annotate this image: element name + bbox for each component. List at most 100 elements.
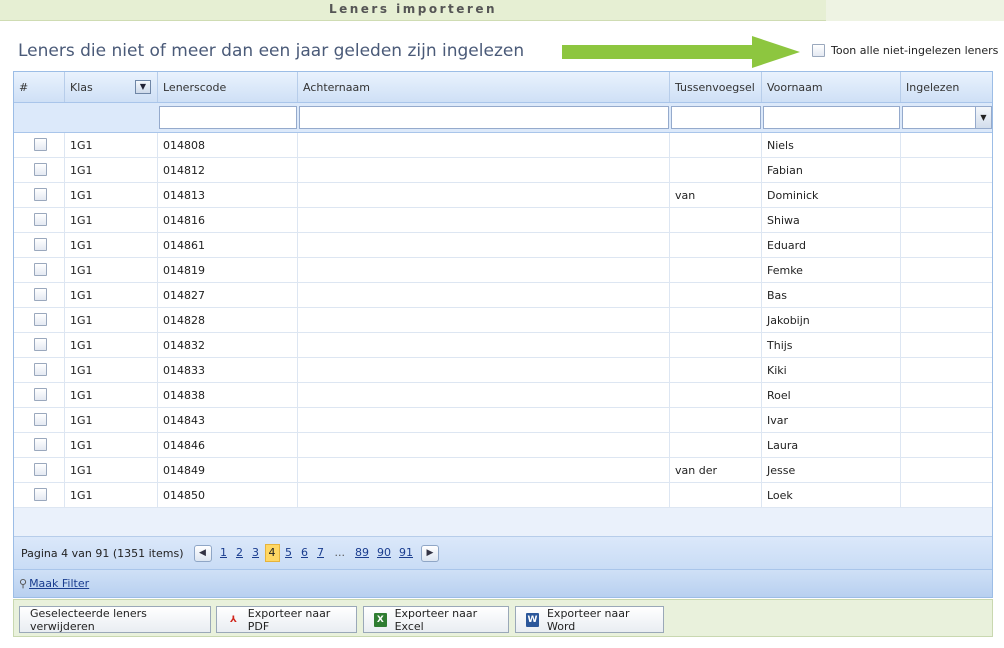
achternaam-cell (298, 208, 670, 232)
export-word-label: Exporteer naar Word (546, 606, 630, 633)
row-checkbox[interactable] (34, 213, 47, 226)
row-checkbox[interactable] (34, 263, 47, 276)
export-pdf-button[interactable]: ⅄ Exporteer naar PDF (216, 606, 357, 633)
export-pdf-label: Exporteer naar PDF (247, 606, 331, 633)
table-row[interactable]: 1G1 014832 Thijs (14, 333, 992, 358)
table-row[interactable]: 1G1 014813 van Dominick (14, 183, 992, 208)
klas-cell: 1G1 (65, 133, 158, 157)
chevron-down-icon[interactable]: ▼ (975, 107, 991, 128)
chevron-right-icon[interactable]: ▶ (421, 544, 439, 562)
maak-filter-link[interactable]: Maak Filter (29, 577, 89, 590)
row-checkbox[interactable] (34, 438, 47, 451)
row-select-cell[interactable] (14, 258, 65, 282)
tussenvoegsel-cell (670, 283, 762, 307)
lenerscode-cell: 014846 (158, 433, 298, 457)
ingelezen-cell (901, 358, 993, 382)
table-row[interactable]: 1G1 014846 Laura (14, 433, 992, 458)
row-select-cell[interactable] (14, 458, 65, 482)
row-checkbox[interactable] (34, 238, 47, 251)
klas-cell: 1G1 (65, 483, 158, 507)
page-link[interactable]: 3 (249, 546, 263, 559)
table-row[interactable]: 1G1 014812 Fabian (14, 158, 992, 183)
col-header-klas[interactable]: Klas ▼ (65, 72, 158, 102)
filter-voornaam-input[interactable] (763, 106, 900, 129)
row-checkbox[interactable] (34, 288, 47, 301)
col-header-lenerscode[interactable]: Lenerscode (158, 72, 298, 102)
row-checkbox[interactable] (34, 163, 47, 176)
row-select-cell[interactable] (14, 333, 65, 357)
page-link[interactable]: 1 (217, 546, 231, 559)
col-header-klas-label: Klas (70, 81, 93, 94)
row-select-cell[interactable] (14, 233, 65, 257)
table-row[interactable]: 1G1 014849 van der Jesse (14, 458, 992, 483)
table-row[interactable]: 1G1 014833 Kiki (14, 358, 992, 383)
row-checkbox[interactable] (34, 488, 47, 501)
row-checkbox[interactable] (34, 388, 47, 401)
row-checkbox[interactable] (34, 413, 47, 426)
window-title-bar: Leners importeren (0, 0, 1004, 21)
table-row[interactable]: 1G1 014828 Jakobijn (14, 308, 992, 333)
table-row[interactable]: 1G1 014850 Loek (14, 483, 992, 508)
toon-alle-toggle[interactable]: Toon alle niet-ingelezen leners (812, 44, 998, 57)
klas-cell: 1G1 (65, 283, 158, 307)
delete-selected-button[interactable]: Geselecteerde leners verwijderen (19, 606, 211, 633)
row-select-cell[interactable] (14, 383, 65, 407)
voornaam-cell: Shiwa (762, 208, 901, 232)
klas-cell: 1G1 (65, 408, 158, 432)
voornaam-cell: Kiki (762, 358, 901, 382)
toon-alle-checkbox[interactable] (812, 44, 825, 57)
page-link[interactable]: 2 (233, 546, 247, 559)
pager: Pagina 4 van 91 (1351 items) ◀ 1 2 3 4 5 6 7..… (14, 537, 992, 570)
page-link[interactable]: 7 (314, 546, 328, 559)
table-row[interactable]: 1G1 014827 Bas (14, 283, 992, 308)
row-checkbox[interactable] (34, 463, 47, 476)
row-select-cell[interactable] (14, 358, 65, 382)
ingelezen-cell (901, 233, 993, 257)
filter-lenerscode-input[interactable] (159, 106, 297, 129)
row-checkbox[interactable] (34, 188, 47, 201)
achternaam-cell (298, 358, 670, 382)
row-checkbox[interactable] (34, 363, 47, 376)
row-select-cell[interactable] (14, 283, 65, 307)
col-header-tussenvoegsel[interactable]: Tussenvoegsel (670, 72, 762, 102)
page-link[interactable]: 5 (282, 546, 296, 559)
row-select-cell[interactable] (14, 133, 65, 157)
table-row[interactable]: 1G1 014808 Niels (14, 133, 992, 158)
grid-empty-area (14, 508, 992, 537)
row-checkbox[interactable] (34, 138, 47, 151)
row-select-cell[interactable] (14, 183, 65, 207)
pager-info: Pagina 4 van 91 (1351 items) (21, 546, 184, 560)
col-header-voornaam[interactable]: Voornaam (762, 72, 901, 102)
page-link[interactable]: 90 (374, 546, 394, 559)
lenerscode-cell: 014813 (158, 183, 298, 207)
export-word-button[interactable]: W Exporteer naar Word (515, 606, 664, 633)
page-link[interactable]: 91 (396, 546, 416, 559)
row-select-cell[interactable] (14, 483, 65, 507)
col-header-achternaam[interactable]: Achternaam (298, 72, 670, 102)
table-row[interactable]: 1G1 014819 Femke (14, 258, 992, 283)
table-row[interactable]: 1G1 014816 Shiwa (14, 208, 992, 233)
table-row[interactable]: 1G1 014843 Ivar (14, 408, 992, 433)
row-checkbox[interactable] (34, 313, 47, 326)
row-select-cell[interactable] (14, 408, 65, 432)
klas-filter-dropdown-icon[interactable]: ▼ (135, 80, 151, 94)
col-header-ingelezen[interactable]: Ingelezen (901, 72, 993, 102)
row-select-cell[interactable] (14, 208, 65, 232)
filter-achternaam-input[interactable] (299, 106, 669, 129)
chevron-left-icon[interactable]: ◀ (193, 544, 212, 562)
filter-tussenvoegsel-input[interactable] (671, 106, 761, 129)
table-row[interactable]: 1G1 014861 Eduard (14, 233, 992, 258)
export-excel-button[interactable]: X Exporteer naar Excel (363, 606, 509, 633)
ingelezen-cell (901, 183, 993, 207)
achternaam-cell (298, 383, 670, 407)
tussenvoegsel-cell (670, 208, 762, 232)
row-checkbox[interactable] (34, 338, 47, 351)
row-select-cell[interactable] (14, 433, 65, 457)
page-link[interactable]: 6 (298, 546, 312, 559)
filter-ingelezen-select[interactable]: ▼ (902, 106, 992, 129)
tussenvoegsel-cell: van der (670, 458, 762, 482)
table-row[interactable]: 1G1 014838 Roel (14, 383, 992, 408)
row-select-cell[interactable] (14, 308, 65, 332)
page-link[interactable]: 89 (352, 546, 372, 559)
row-select-cell[interactable] (14, 158, 65, 182)
